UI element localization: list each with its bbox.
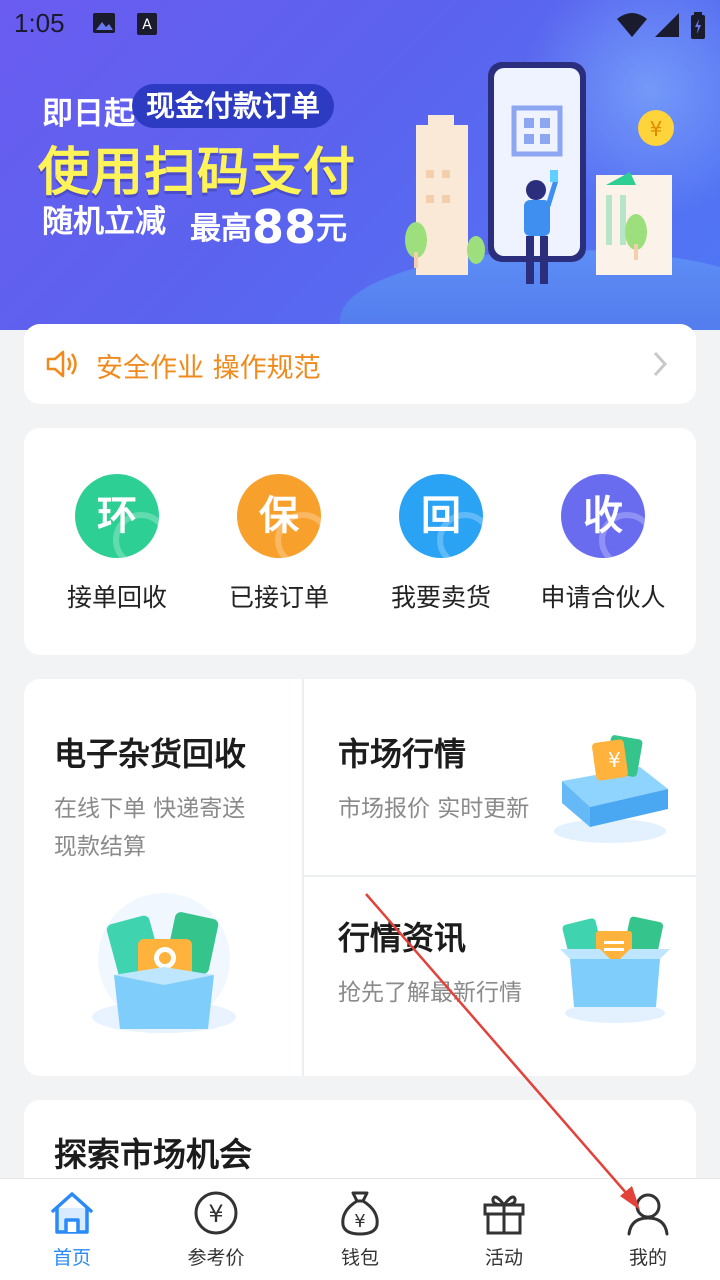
promo-title: 使用扫码支付 — [38, 143, 357, 203]
recycle-badge-icon: 环 — [75, 474, 159, 558]
partner-badge-icon: 收 — [561, 474, 645, 558]
quick-item-label: 已接订单 — [228, 583, 329, 612]
service-grid: 电子杂货回收 在线下单 快递寄送 现款结算 市场行情 市场报价 实时更新 ¥ 行… — [24, 679, 696, 1076]
gift-box-illustration-icon — [84, 889, 244, 1043]
wifi-icon — [616, 12, 648, 42]
electronics-sub2: 现款结算 — [54, 834, 146, 860]
money-bag-icon: ¥ — [341, 1191, 379, 1236]
market-title: 市场行情 — [338, 735, 467, 773]
sell-badge-icon: 回 — [399, 474, 483, 558]
nav-activity[interactable]: 活动 — [449, 1189, 559, 1270]
nav-reference-price[interactable]: ¥ 参考价 — [161, 1189, 271, 1270]
nav-label: 参考价 — [187, 1247, 245, 1269]
nav-label: 钱包 — [340, 1247, 379, 1269]
user-icon — [627, 1193, 669, 1236]
home-icon — [51, 1192, 93, 1234]
svg-text:¥: ¥ — [208, 1200, 223, 1228]
promo-max-suffix: 元 — [316, 211, 348, 247]
quick-menu: 环 接单回收 保 已接订单 回 我要卖货 收 申请合伙人 — [24, 428, 696, 655]
explore-title: 探索市场机会 — [54, 1135, 252, 1174]
svg-text:¥: ¥ — [608, 748, 621, 772]
promo-max-amount: 88 — [252, 200, 317, 254]
font-notification-icon: A — [136, 12, 158, 40]
market-quotes-card[interactable]: 市场行情 市场报价 实时更新 ¥ — [304, 679, 696, 875]
news-title: 行情资讯 — [338, 919, 467, 957]
safety-notice[interactable]: 安全作业 操作规范 — [24, 324, 696, 404]
news-sub: 抢先了解最新行情 — [338, 980, 522, 1006]
electronics-recycle-card[interactable]: 电子杂货回收 在线下单 快递寄送 现款结算 — [24, 679, 302, 1076]
promo-pill: 现金付款订单 — [132, 84, 335, 128]
news-illustration-icon — [560, 909, 670, 1033]
status-bar: 1:05 A — [0, 0, 720, 50]
nav-label: 首页 — [52, 1247, 91, 1269]
promo-max-prefix: 最高 — [190, 211, 252, 247]
quick-item-label: 申请合伙人 — [540, 583, 666, 612]
notice-text: 安全作业 操作规范 — [96, 353, 321, 384]
market-sub: 市场报价 实时更新 — [338, 796, 530, 822]
quick-item-label: 接单回收 — [66, 583, 167, 612]
promo-line1: 即日起 — [42, 96, 135, 132]
orders-badge-icon: 保 — [237, 474, 321, 558]
nav-label: 活动 — [484, 1247, 523, 1269]
speaker-icon — [44, 346, 80, 386]
status-time: 1:05 — [14, 8, 65, 38]
nav-wallet[interactable]: ¥ 钱包 — [305, 1189, 415, 1270]
gift-icon — [483, 1195, 525, 1235]
promo-max-discount: 最高88元 — [190, 196, 348, 254]
quick-item-accepted-orders[interactable]: 保 已接订单 — [199, 474, 359, 614]
market-illustration-icon: ¥ — [548, 719, 678, 853]
battery-icon — [690, 12, 706, 44]
quick-item-label: 我要卖货 — [390, 583, 491, 612]
nav-home[interactable]: 首页 — [17, 1189, 127, 1270]
chevron-right-icon — [652, 350, 668, 382]
promo-banner[interactable]: ¥ 1:05 A 即日起 现金付款订单 使用扫码支付 随机立减 最高88元 — [0, 0, 720, 330]
market-news-card[interactable]: 行情资讯 抢先了解最新行情 — [304, 877, 696, 1076]
quick-item-apply-partner[interactable]: 收 申请合伙人 — [523, 474, 683, 614]
nav-label: 我的 — [628, 1247, 667, 1269]
yuan-circle-icon: ¥ — [194, 1191, 238, 1235]
promo-line3: 随机立减 — [42, 204, 166, 240]
svg-text:¥: ¥ — [650, 117, 663, 141]
bottom-nav: 首页 ¥ 参考价 ¥ 钱包 活动 我的 — [0, 1178, 720, 1280]
electronics-title: 电子杂货回收 — [54, 735, 247, 773]
electronics-sub1: 在线下单 快递寄送 — [54, 796, 246, 822]
image-notification-icon — [92, 12, 116, 38]
quick-item-sell-goods[interactable]: 回 我要卖货 — [361, 474, 521, 614]
nav-profile[interactable]: 我的 — [593, 1189, 703, 1270]
svg-text:¥: ¥ — [354, 1211, 365, 1232]
svg-text:A: A — [142, 17, 152, 33]
signal-icon — [654, 12, 680, 42]
quick-item-accept-recycle[interactable]: 环 接单回收 — [37, 474, 197, 614]
